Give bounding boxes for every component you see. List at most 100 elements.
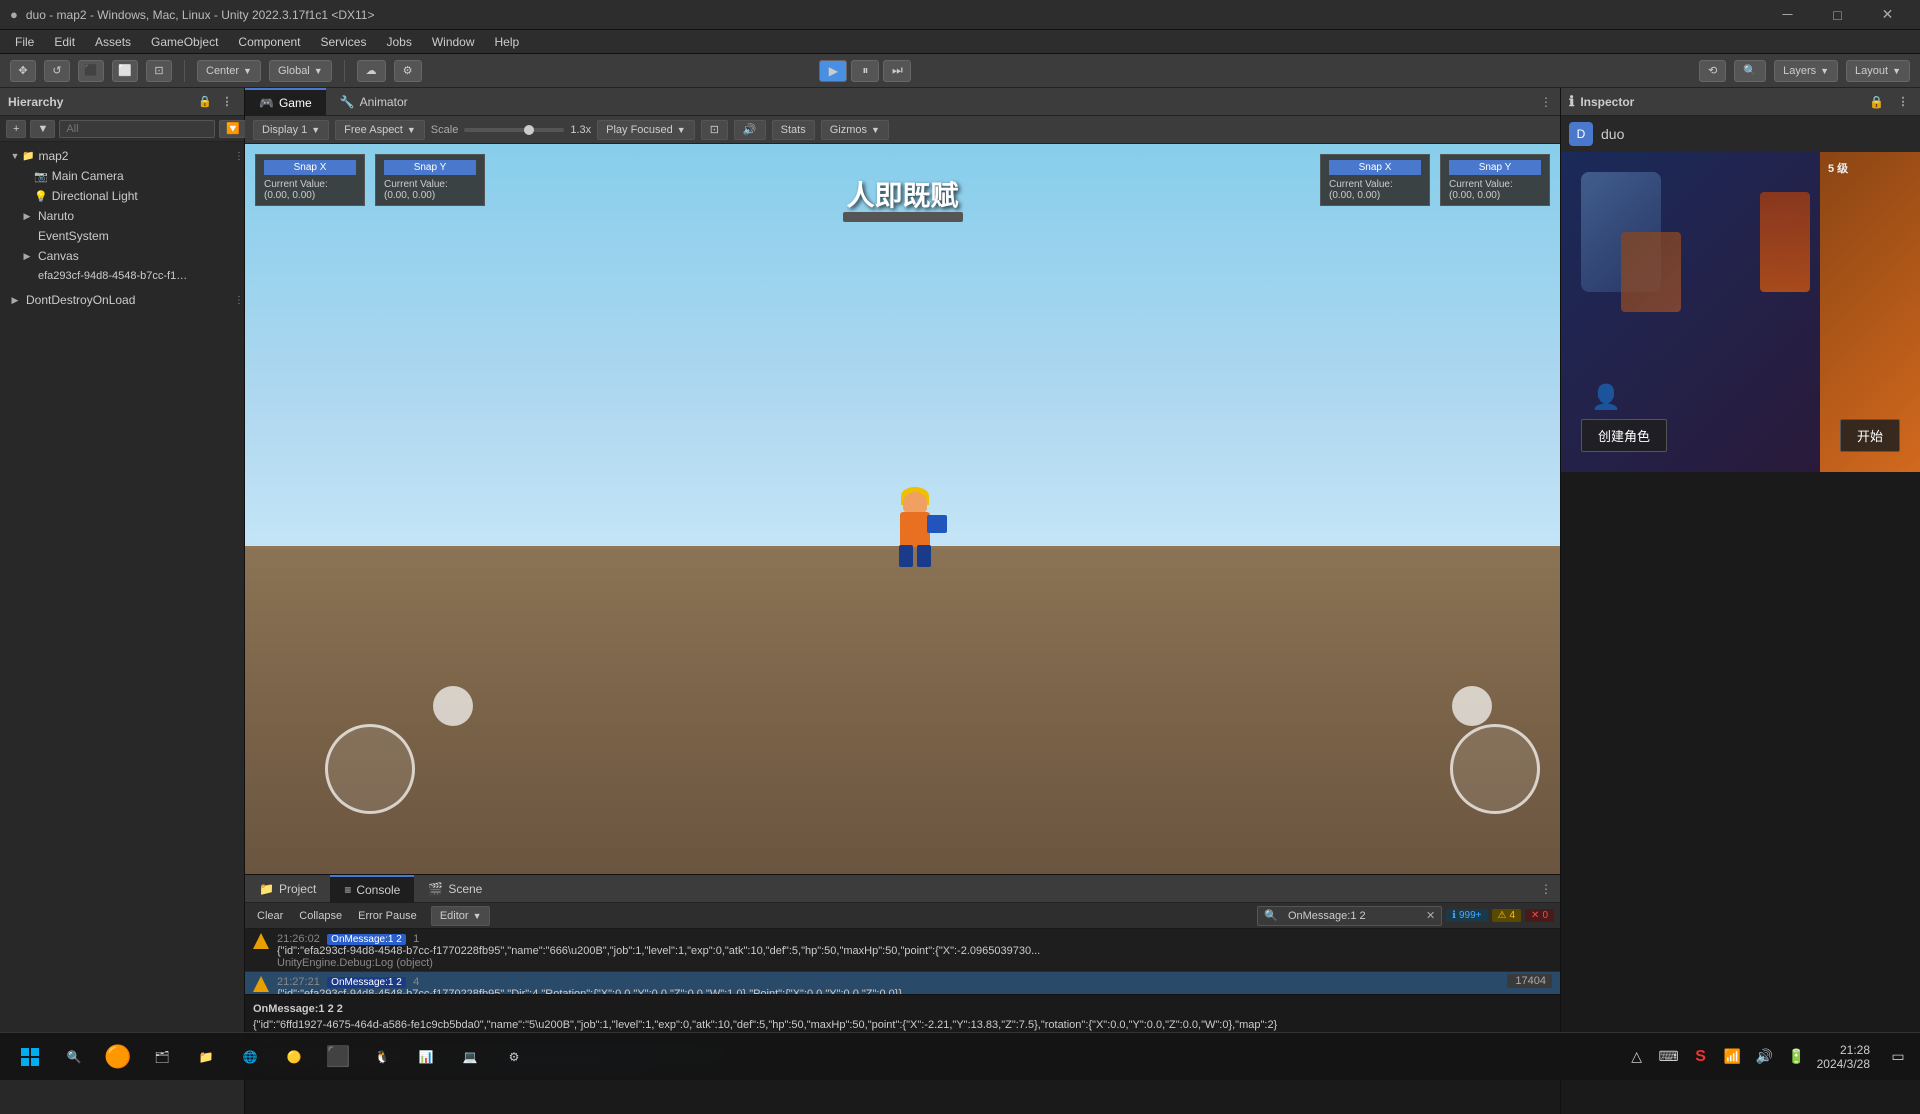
step-btn[interactable]: ⏭ xyxy=(883,60,911,82)
editor-dropdown[interactable]: Editor ▼ xyxy=(431,906,491,926)
start-button[interactable] xyxy=(10,1037,50,1077)
mute-btn[interactable]: 🔊 xyxy=(734,120,766,140)
pause-btn[interactable]: ⏸ xyxy=(851,60,879,82)
tab-scene[interactable]: 🎬 Scene xyxy=(414,875,496,903)
taskbar-app-files[interactable]: 🗂 xyxy=(142,1037,182,1077)
snap-y-btn-left[interactable]: Snap Y xyxy=(384,160,476,175)
menu-window[interactable]: Window xyxy=(422,33,485,51)
hier-item-maincamera[interactable]: 📷 Main Camera xyxy=(0,166,244,186)
hierarchy-add-btn[interactable]: + xyxy=(6,120,26,138)
menu-gameobject[interactable]: GameObject xyxy=(141,33,228,51)
taskbar-app-chart[interactable]: 📊 xyxy=(406,1037,446,1077)
console-msg-1[interactable]: 21:27:21 OnMessage:1 2 4 {"id":"efa293cf… xyxy=(245,972,1560,994)
menu-file[interactable]: File xyxy=(5,33,44,51)
snap-x-btn-left[interactable]: Snap X xyxy=(264,160,356,175)
taskbar-app-settings[interactable]: ⚙ xyxy=(494,1037,534,1077)
menu-edit[interactable]: Edit xyxy=(44,33,85,51)
tray-keyboard[interactable]: ⌨ xyxy=(1657,1045,1681,1069)
hierarchy-filter-btn[interactable]: 🔽 xyxy=(219,120,247,138)
inspector-more-icon[interactable]: ⋮ xyxy=(1894,93,1912,111)
system-clock[interactable]: 21:28 2024/3/28 xyxy=(1817,1043,1878,1071)
pivot-btn[interactable]: Center ▼ xyxy=(197,60,261,82)
menu-jobs[interactable]: Jobs xyxy=(376,33,421,51)
joystick-right[interactable] xyxy=(1450,724,1540,814)
menu-component[interactable]: Component xyxy=(228,33,310,51)
error-pause-btn[interactable]: Error Pause xyxy=(352,906,423,926)
console-search-input[interactable] xyxy=(1282,907,1422,925)
hier-item-dontdestroy[interactable]: ▶ DontDestroyOnLoad ⋮ xyxy=(0,290,244,310)
taskbar-app-unity[interactable]: 🟡 xyxy=(274,1037,314,1077)
minimize-btn[interactable]: － xyxy=(1765,0,1810,30)
tab-console[interactable]: ≡ Console xyxy=(330,875,414,903)
hierarchy-more-icon[interactable]: ⋮ xyxy=(218,93,236,111)
maximize-on-play-btn[interactable]: ⊡ xyxy=(701,120,728,140)
search-btn[interactable]: 🔍 xyxy=(1734,60,1766,82)
taskbar-app-edge[interactable]: 🌐 xyxy=(230,1037,270,1077)
clear-btn[interactable]: Clear xyxy=(251,906,289,926)
tab-game[interactable]: 🎮 Game xyxy=(245,88,326,116)
close-btn[interactable]: ✕ xyxy=(1865,0,1910,30)
tray-battery[interactable]: 🔋 xyxy=(1785,1045,1809,1069)
play-btn[interactable]: ▶ xyxy=(819,60,847,82)
game-viewport[interactable]: Snap X Current Value: (0.00, 0.00) Snap … xyxy=(245,144,1560,874)
create-character-btn[interactable]: 创建角色 xyxy=(1581,419,1667,452)
collapse-btn[interactable]: Collapse xyxy=(293,906,348,926)
hierarchy-search[interactable] xyxy=(59,120,215,138)
transform-rect-btn[interactable]: ⬜ xyxy=(112,60,138,82)
menu-assets[interactable]: Assets xyxy=(85,33,141,51)
hier-more-map2[interactable]: ⋮ xyxy=(234,151,244,162)
collab-btn[interactable]: ⚙ xyxy=(394,60,422,82)
display-dropdown[interactable]: Display 1 ▼ xyxy=(253,120,329,140)
hier-item-dirlight[interactable]: 💡 Directional Light xyxy=(0,186,244,206)
taskbar-search[interactable]: 🔍 xyxy=(54,1037,94,1077)
snap-x-btn-right[interactable]: Snap X xyxy=(1329,160,1421,175)
joystick-left[interactable] xyxy=(325,724,415,814)
console-search-clear[interactable]: ✕ xyxy=(1426,909,1435,922)
tab-project[interactable]: 📁 Project xyxy=(245,875,330,903)
hier-item-canvas[interactable]: ▶ Canvas xyxy=(0,246,244,266)
taskbar-app-folder[interactable]: 📁 xyxy=(186,1037,226,1077)
menu-help[interactable]: Help xyxy=(485,33,530,51)
hier-item-guid[interactable]: efa293cf-94d8-4548-b7cc-f1… xyxy=(0,266,244,286)
inspector-lock-btn[interactable]: 🔒 xyxy=(1869,95,1884,109)
taskbar-app-firefox[interactable]: 🟠 xyxy=(98,1037,138,1077)
tray-show-desktop[interactable]: ▭ xyxy=(1886,1045,1910,1069)
msg-tag-1[interactable]: OnMessage:1 2 xyxy=(327,977,406,988)
msg-tag-0[interactable]: OnMessage:1 2 xyxy=(327,934,406,945)
tray-sougou[interactable]: S xyxy=(1689,1045,1713,1069)
play-focused-btn[interactable]: Play Focused ▼ xyxy=(597,120,695,140)
transform-all-btn[interactable]: ⊡ xyxy=(146,60,172,82)
undo-history-btn[interactable]: ⟲ xyxy=(1699,60,1726,82)
game-tabs-more[interactable]: ⋮ xyxy=(1532,95,1560,109)
scale-slider[interactable] xyxy=(464,128,564,132)
stats-btn[interactable]: Stats xyxy=(772,120,815,140)
console-tabs-more[interactable]: ⋮ xyxy=(1532,882,1560,896)
tray-expand[interactable]: △ xyxy=(1625,1045,1649,1069)
menu-services[interactable]: Services xyxy=(310,33,376,51)
hierarchy-lock-icon[interactable]: 🔒 xyxy=(196,93,214,111)
tray-volume[interactable]: 🔊 xyxy=(1753,1045,1777,1069)
transform-rotate-btn[interactable]: ↺ xyxy=(44,60,70,82)
hier-item-eventsystem[interactable]: EventSystem xyxy=(0,226,244,246)
open-game-btn[interactable]: 开始 xyxy=(1840,419,1900,452)
hierarchy-dropdown-btn[interactable]: ▼ xyxy=(30,120,55,138)
cloud-btn[interactable]: ☁ xyxy=(357,60,386,82)
tab-animator[interactable]: 🔧 Animator xyxy=(326,88,422,116)
hier-item-map2[interactable]: ▼ 📁 map2 ⋮ xyxy=(0,146,244,166)
hier-item-naruto[interactable]: ▶ Naruto xyxy=(0,206,244,226)
transform-move-btn[interactable]: ✥ xyxy=(10,60,36,82)
aspect-dropdown[interactable]: Free Aspect ▼ xyxy=(335,120,425,140)
snap-y-btn-right[interactable]: Snap Y xyxy=(1449,160,1541,175)
layout-dropdown[interactable]: Layout ▼ xyxy=(1846,60,1910,82)
taskbar-app-terminal[interactable]: 💻 xyxy=(450,1037,490,1077)
tray-wifi[interactable]: 📶 xyxy=(1721,1045,1745,1069)
global-btn[interactable]: Global ▼ xyxy=(269,60,332,82)
layers-dropdown[interactable]: Layers ▼ xyxy=(1774,60,1838,82)
hier-more-dontdestroy[interactable]: ⋮ xyxy=(234,295,244,306)
gizmos-btn[interactable]: Gizmos ▼ xyxy=(821,120,889,140)
maximize-btn[interactable]: □ xyxy=(1815,0,1860,30)
taskbar-app-vs[interactable]: ⬛ xyxy=(318,1037,358,1077)
taskbar-app-qq[interactable]: 🐧 xyxy=(362,1037,402,1077)
transform-scale-btn[interactable]: ⬛ xyxy=(78,60,104,82)
console-msg-0[interactable]: 21:26:02 OnMessage:1 2 1 {"id":"efa293cf… xyxy=(245,929,1560,972)
